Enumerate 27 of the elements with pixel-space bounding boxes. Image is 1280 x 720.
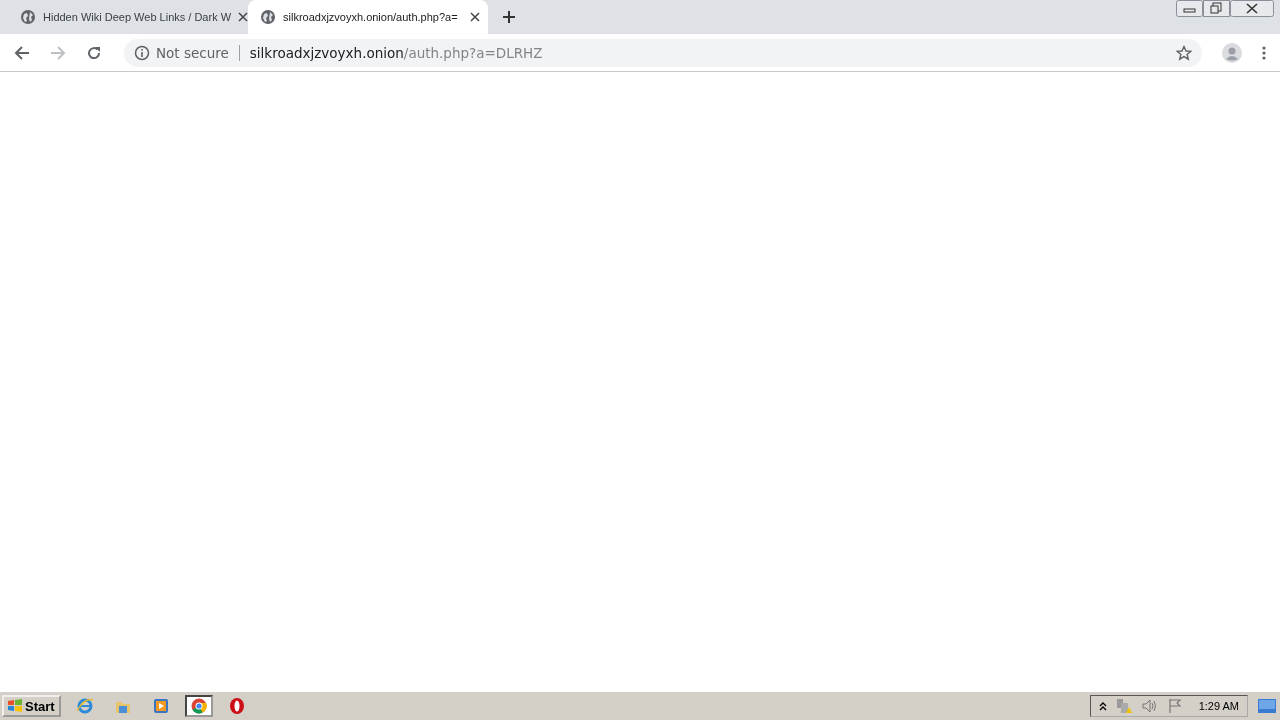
info-icon[interactable] [134, 44, 150, 61]
new-tab-icon[interactable] [502, 10, 516, 24]
profile-icon[interactable] [1222, 42, 1242, 63]
start-button[interactable]: Start [2, 695, 61, 717]
close-icon[interactable] [238, 12, 249, 22]
star-icon[interactable] [1176, 44, 1192, 61]
chrome-icon[interactable] [184, 695, 213, 717]
flag-icon[interactable] [1166, 698, 1183, 714]
security-label: Not secure [156, 44, 229, 61]
globe-icon [260, 9, 276, 25]
browser-tab[interactable]: Hidden Wiki Deep Web Links / Dark W [8, 0, 248, 34]
back-icon[interactable] [12, 44, 32, 61]
menu-icon[interactable] [1262, 44, 1266, 61]
speaker-icon[interactable] [1140, 698, 1159, 714]
windows-logo-icon [8, 699, 22, 713]
chevron-up-icon[interactable] [1098, 701, 1107, 711]
clock[interactable]: 1:29 AM [1198, 700, 1239, 712]
browser-tab[interactable]: silkroadxjzvoyxh.onion/auth.php?a= [248, 0, 488, 34]
restore-icon[interactable] [1203, 0, 1230, 17]
close-icon[interactable] [470, 12, 480, 22]
address-bar[interactable]: Not secure silkroadxjzvoyxh.onion/auth.php?a=DLRHZ [124, 38, 1202, 67]
tab-title: Hidden Wiki Deep Web Links / Dark W [43, 11, 232, 23]
globe-icon [20, 9, 36, 25]
close-icon[interactable] [1230, 0, 1274, 17]
url-text: silkroadxjzvoyxh.onion/auth.php?a=DLRHZ [249, 44, 543, 61]
minimize-icon[interactable] [1176, 0, 1203, 17]
tab-title: silkroadxjzvoyxh.onion/auth.php?a= [283, 11, 458, 23]
